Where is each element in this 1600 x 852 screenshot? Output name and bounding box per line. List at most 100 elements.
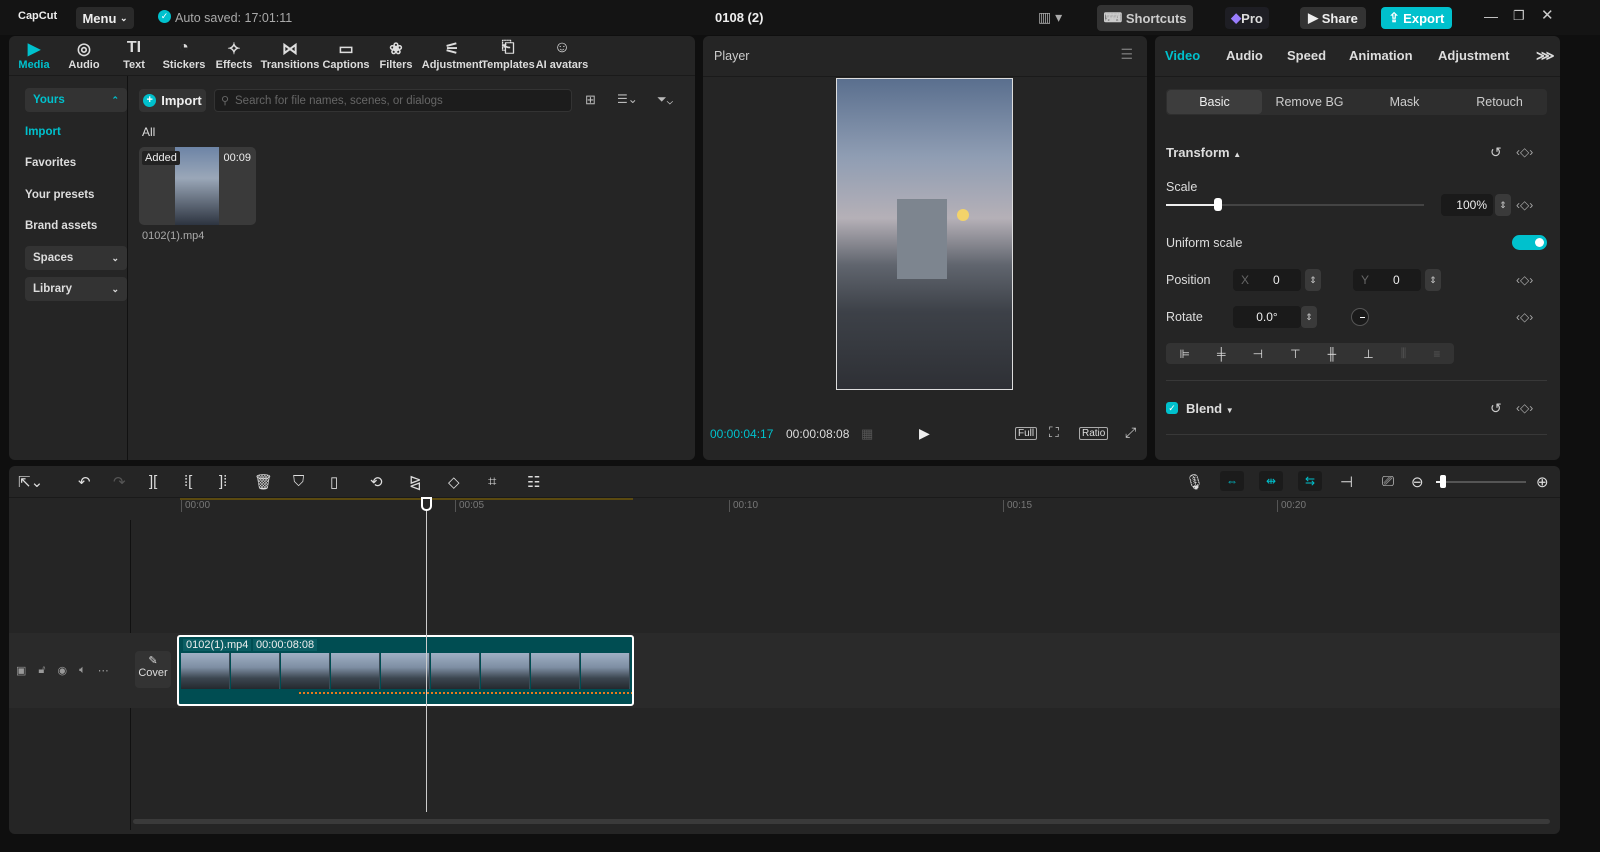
tool-filters[interactable]: ❀ Filters (371, 36, 421, 75)
zoom-slider[interactable] (1436, 475, 1526, 488)
more-tabs-icon[interactable]: ⋙ (1536, 48, 1555, 64)
scale-slider-handle[interactable] (1213, 198, 1222, 211)
media-thumbnail[interactable]: Added 00:09 (139, 147, 256, 225)
tool-captions[interactable]: ▭ Captions (321, 36, 371, 75)
subtab-remove-bg[interactable]: Remove BG (1262, 90, 1357, 114)
maximize-icon[interactable]: ❐ (1513, 8, 1525, 24)
visibility-icon[interactable]: ◉ (58, 664, 68, 677)
pro-button[interactable]: ◆ Pro (1225, 7, 1269, 29)
select-tool-icon[interactable]: ⇱⌄ (18, 473, 43, 491)
playhead[interactable] (420, 497, 432, 812)
scale-slider[interactable] (1166, 198, 1424, 211)
scale-stepper[interactable]: ⇕ (1495, 194, 1511, 216)
tab-speed[interactable]: Speed (1287, 48, 1326, 63)
zoom-slider-handle[interactable] (1440, 475, 1446, 488)
position-y-stepper[interactable]: ⇕ (1425, 269, 1441, 291)
subtab-mask[interactable]: Mask (1357, 90, 1452, 114)
reset-icon[interactable]: ↺ (1490, 144, 1502, 161)
tool-transitions[interactable]: ⋈ Transitions (259, 36, 321, 75)
share-button[interactable]: ▶ Share (1300, 7, 1366, 29)
close-icon[interactable]: ✕ (1541, 6, 1554, 24)
align-left-icon[interactable]: ⊫ (1180, 347, 1190, 361)
rotate-stepper[interactable]: ⇕ (1301, 306, 1317, 328)
scale-input[interactable]: 100% (1441, 194, 1493, 216)
video-preview[interactable] (836, 78, 1013, 390)
reverse-icon[interactable]: ⟲ (370, 473, 383, 491)
tab-audio[interactable]: Audio (1226, 48, 1263, 63)
tool-adjustment[interactable]: ⚟ Adjustment (421, 36, 483, 75)
more-icon[interactable]: ⋯ (98, 664, 109, 677)
align-top-icon[interactable]: ⊤ (1290, 347, 1300, 361)
tool-templates[interactable]: ⎗ Templates (481, 36, 535, 75)
marker-icon[interactable]: ⛉ (293, 473, 304, 490)
search-input[interactable]: ⚲ Search for file names, scenes, or dialo… (214, 89, 572, 112)
tab-adjustment[interactable]: Adjustment (1438, 48, 1510, 63)
position-y-input[interactable]: Y0 (1353, 269, 1421, 291)
grid-view-icon[interactable]: ⊞ (585, 92, 596, 108)
auto-snap-icon[interactable]: ⇹ (1259, 471, 1283, 491)
sort-icon[interactable]: ☰⌄ (617, 92, 638, 106)
subtab-basic[interactable]: Basic (1167, 90, 1262, 114)
remove-bg-icon[interactable]: ☷ (527, 473, 540, 491)
rotate-input[interactable]: 0.0° (1233, 306, 1301, 328)
timeline-grid-icon[interactable]: ▦ (861, 426, 873, 442)
screen-icon[interactable]: ⎚ (1382, 473, 1394, 490)
horizontal-scrollbar[interactable] (133, 819, 1550, 824)
sidebar-library[interactable]: Library ⌄ (25, 277, 127, 301)
keyframe-icon[interactable]: ‹◇› (1516, 145, 1533, 159)
keyframe-icon[interactable]: ‹◇› (1516, 310, 1533, 324)
sidebar-item-brand-assets[interactable]: Brand assets (25, 220, 97, 232)
cover-button[interactable]: ✎ Cover (135, 651, 171, 688)
sidebar-spaces[interactable]: Spaces ⌄ (25, 246, 127, 270)
rotate-dial[interactable] (1351, 308, 1369, 326)
tool-text[interactable]: TI Text (109, 36, 159, 75)
crop-icon[interactable]: ⌗ (488, 473, 496, 490)
distribute-v-icon[interactable]: ≡ (1433, 347, 1440, 361)
blend-header[interactable]: Blend ▼ (1186, 401, 1234, 416)
zoom-out-icon[interactable]: ⊖ (1411, 473, 1424, 491)
tool-stickers[interactable]: ◔ Stickers (159, 36, 209, 75)
align-center-v-icon[interactable]: ╫ (1328, 347, 1337, 361)
preview-axis-icon[interactable]: ⊣ (1340, 473, 1353, 491)
mirror-icon[interactable]: ⧎ (409, 473, 422, 491)
transform-header[interactable]: Transform ▲ (1166, 145, 1241, 160)
keyframe-icon[interactable]: ‹◇› (1516, 198, 1533, 212)
subtab-retouch[interactable]: Retouch (1452, 90, 1547, 114)
ratio-button[interactable]: Ratio (1079, 427, 1109, 440)
microphone-icon[interactable]: 🎙 (1185, 473, 1204, 491)
rotate-icon[interactable]: ◇ (448, 473, 460, 491)
tab-animation[interactable]: Animation (1349, 48, 1413, 63)
split-icon[interactable]: ][ (149, 473, 157, 490)
fullscreen-icon[interactable]: ⤢ (1125, 424, 1136, 441)
import-button[interactable]: + Import (139, 89, 206, 112)
position-x-input[interactable]: X0 (1233, 269, 1301, 291)
sidebar-item-favorites[interactable]: Favorites (25, 157, 76, 169)
split-right-icon[interactable]: ]⁞ (219, 473, 227, 490)
zoom-fit-icon[interactable]: ⛶ (1049, 424, 1059, 441)
tab-video[interactable]: Video (1165, 48, 1200, 63)
distribute-h-icon[interactable]: ⫼ (1401, 346, 1407, 361)
sidebar-yours[interactable]: Yours ⌃ (25, 88, 127, 112)
linkage-icon[interactable]: ⇆ (1298, 471, 1322, 491)
minimize-icon[interactable]: — (1484, 8, 1498, 24)
sidebar-item-presets[interactable]: Your presets (25, 189, 94, 201)
tool-audio[interactable]: ◎ Audio (59, 36, 109, 75)
tool-ai-avatars[interactable]: ☺ AI avatars (533, 36, 591, 75)
zoom-in-icon[interactable]: ⊕ (1536, 473, 1549, 491)
split-left-icon[interactable]: ⁞[ (184, 473, 192, 490)
export-button[interactable]: ⇪ Export (1381, 7, 1452, 29)
tool-effects[interactable]: ✧ Effects (209, 36, 259, 75)
lock-icon[interactable]: 🔓︎ (38, 664, 45, 677)
undo-icon[interactable]: ↶ (78, 473, 91, 491)
play-button[interactable]: ▶ (919, 425, 930, 442)
menu-icon[interactable]: ☰ (1120, 46, 1133, 63)
position-x-stepper[interactable]: ⇕ (1305, 269, 1321, 291)
redo-icon[interactable]: ↷ (113, 473, 126, 491)
main-track-magnet-icon[interactable]: ⇔ (1220, 471, 1244, 491)
keyframe-icon[interactable]: ‹◇› (1516, 273, 1533, 287)
menu-button[interactable]: Menu ⌄ (76, 7, 134, 29)
full-button[interactable]: Full (1015, 427, 1038, 440)
filter-icon[interactable]: ⏷⌄ (657, 92, 673, 107)
track-video-icon[interactable]: ▣ (16, 664, 26, 677)
uniform-scale-toggle[interactable] (1512, 235, 1547, 250)
